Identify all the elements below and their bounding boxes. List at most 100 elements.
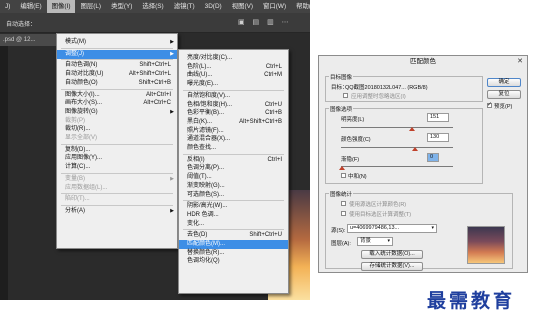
adjust-menu-item[interactable]: 反相(I) Ctrl+I: [179, 156, 288, 165]
target-group-label: 目标图像: [329, 73, 354, 81]
document-tab[interactable]: .psd @ 12...: [0, 34, 60, 46]
fade-slider-thumb[interactable]: [339, 166, 345, 170]
tools-panel: [0, 46, 8, 300]
menu-item-label: 反相(I): [187, 156, 205, 163]
menu-item-shortcut: Alt+Ctrl+C: [143, 100, 171, 107]
image-menu-item[interactable]: 模式(M) ▶: [57, 38, 177, 47]
adjust-menu-item[interactable]: 色彩平衡(B)... Ctrl+B: [179, 109, 288, 118]
menu-item-label: 模式(M): [65, 39, 86, 45]
menubar-item[interactable]: 类型(Y): [106, 0, 137, 13]
image-menu-item[interactable]: 图像旋转(G) ▶: [57, 108, 177, 117]
menu-item-label: 匹配颜色(M)...: [187, 241, 225, 247]
adjust-menu-item[interactable]: 通道混合器(X)...: [179, 135, 288, 144]
adjust-menu-item[interactable]: 阴影/高光(W)...: [179, 202, 288, 211]
menu-item-shortcut: Ctrl+M: [264, 72, 282, 79]
submenu-arrow-icon: ▶: [170, 175, 174, 182]
luminance-slider[interactable]: [341, 127, 453, 128]
adjust-menu-item[interactable]: 可选颜色(S)...: [179, 191, 288, 200]
image-menu-item[interactable]: 自动色调(N) Shift+Ctrl+L: [57, 61, 177, 70]
fade-slider[interactable]: [341, 166, 453, 167]
image-menu-item[interactable]: 调整(J) ▶: [57, 49, 177, 59]
menubar-item[interactable]: 滤镜(T): [169, 0, 200, 13]
fade-input[interactable]: 0: [427, 153, 439, 162]
menu-item-label: 图像大小(I)...: [65, 91, 100, 98]
menu-item-shortcut: Alt+Ctrl+I: [145, 91, 171, 98]
adjust-menu-item[interactable]: 色调分离(P)...: [179, 164, 288, 173]
submenu-arrow-icon: ▶: [170, 108, 174, 115]
image-menu-item: 陷印(T)...: [57, 195, 177, 204]
source-thumbnail: [467, 226, 505, 264]
menubar-item[interactable]: 视图(V): [227, 0, 258, 13]
image-menu-item[interactable]: 分析(A) ▶: [57, 207, 177, 216]
menu-separator: [183, 89, 284, 91]
adjust-menu-item[interactable]: 阈值(T)...: [179, 173, 288, 182]
options-bar: 自动选择： ▣ ▤ ▥ ⋯: [0, 13, 310, 33]
menu-separator: [61, 47, 173, 49]
image-menu-item[interactable]: 画布大小(S)... Alt+Ctrl+C: [57, 99, 177, 108]
menu-item-label: 分析(A): [65, 207, 85, 214]
image-menu-item[interactable]: 复制(D)...: [57, 146, 177, 155]
image-menu-item: 显示全部(V): [57, 134, 177, 143]
menu-separator: [61, 59, 173, 61]
menubar-item[interactable]: 帮助(H): [291, 0, 310, 13]
menu-item-shortcut: Alt+Shift+Ctrl+B: [239, 118, 282, 125]
ok-button[interactable]: 确定: [487, 78, 521, 87]
menu-item-shortcut: Ctrl+B: [265, 110, 282, 117]
adjust-menu-item[interactable]: 颜色查找...: [179, 144, 288, 153]
use-source-selection-checkbox[interactable]: [341, 201, 346, 206]
adjust-menu-item[interactable]: 照片滤镜(F)...: [179, 127, 288, 136]
menu-item-label: 复制(D)...: [65, 146, 91, 153]
neutralize-checkbox[interactable]: [341, 173, 346, 178]
adjust-menu-item[interactable]: 曝光度(E)...: [179, 80, 288, 89]
luminance-slider-thumb[interactable]: [409, 127, 415, 131]
reset-button[interactable]: 复位: [487, 90, 521, 99]
adjust-menu-item[interactable]: 替换颜色(R)...: [179, 249, 288, 258]
intensity-label: 颜色强度(C): [341, 137, 371, 143]
load-statistics-button[interactable]: 载入统计数据(O)...: [361, 250, 423, 259]
adjust-menu-item[interactable]: 亮度/对比度(C)...: [179, 54, 288, 63]
adjust-menu-item[interactable]: 色调均化(Q): [179, 257, 288, 266]
luminance-input[interactable]: 151: [427, 113, 449, 122]
menubar-item[interactable]: J): [0, 0, 15, 13]
menu-item-label: 色调分离(P)...: [187, 165, 224, 172]
image-menu-item[interactable]: 图像大小(I)... Alt+Ctrl+I: [57, 91, 177, 100]
layer-select[interactable]: 背景 ▾: [357, 237, 393, 246]
adjust-menu-item[interactable]: 变化...: [179, 220, 288, 229]
menu-item-shortcut: Ctrl+L: [265, 63, 282, 70]
adjust-menu-item[interactable]: 去色(D) Shift+Ctrl+U: [179, 231, 288, 240]
use-target-selection-checkbox[interactable]: [341, 211, 346, 216]
menubar-item[interactable]: 图像(I): [46, 0, 76, 13]
intensity-input[interactable]: 130: [427, 133, 449, 142]
adjust-menu-item[interactable]: 黑白(K)... Alt+Shift+Ctrl+B: [179, 118, 288, 127]
adjust-menu-item[interactable]: HDR 色调...: [179, 211, 288, 220]
image-menu-item[interactable]: 自动颜色(O) Shift+Ctrl+B: [57, 79, 177, 88]
menubar-item[interactable]: 选择(S): [137, 0, 168, 13]
close-icon[interactable]: ✕: [517, 57, 523, 65]
image-menu-item[interactable]: 计算(C)...: [57, 163, 177, 172]
adjust-menu-item[interactable]: 曲线(U)... Ctrl+M: [179, 71, 288, 80]
intensity-slider[interactable]: [341, 147, 453, 148]
menu-item-label: 计算(C)...: [65, 164, 91, 171]
image-menu-item[interactable]: 应用图像(Y)...: [57, 154, 177, 163]
menu-item-label: 应用图像(Y)...: [65, 155, 102, 162]
adjust-menu-item[interactable]: 匹配颜色(M)...: [179, 240, 288, 249]
intensity-slider-thumb[interactable]: [412, 147, 418, 151]
adjust-menu-item[interactable]: 色阶(L)... Ctrl+L: [179, 63, 288, 72]
menubar-item[interactable]: 窗口(W): [258, 0, 291, 13]
use-source-selection-label: 使用源选区计算颜色(R): [349, 202, 407, 208]
adjust-menu-item[interactable]: 色相/饱和度(H)... Ctrl+U: [179, 101, 288, 110]
adjust-menu-item[interactable]: 渐变映射(G)...: [179, 182, 288, 191]
menubar-item[interactable]: 编辑(E): [15, 0, 46, 13]
ignore-selection-checkbox[interactable]: [343, 93, 348, 98]
preview-checkbox[interactable]: [487, 101, 492, 108]
menubar-item[interactable]: 图层(L): [75, 0, 106, 13]
align-icons[interactable]: ▣ ▤ ▥ ⋯: [238, 18, 292, 26]
save-statistics-button[interactable]: 存储统计数据(V)...: [361, 262, 423, 271]
image-menu-item[interactable]: 裁切(R)...: [57, 125, 177, 134]
menu-item-label: 自然饱和度(V)...: [187, 92, 230, 99]
source-select[interactable]: u=4069979486,13... ▾: [347, 224, 437, 233]
adjust-menu-item[interactable]: 自然饱和度(V)...: [179, 92, 288, 101]
image-menu-item[interactable]: 自动对比度(U) Alt+Shift+Ctrl+L: [57, 70, 177, 79]
menu-item-label: 裁切(R)...: [65, 126, 91, 133]
menubar-item[interactable]: 3D(D): [200, 0, 227, 13]
